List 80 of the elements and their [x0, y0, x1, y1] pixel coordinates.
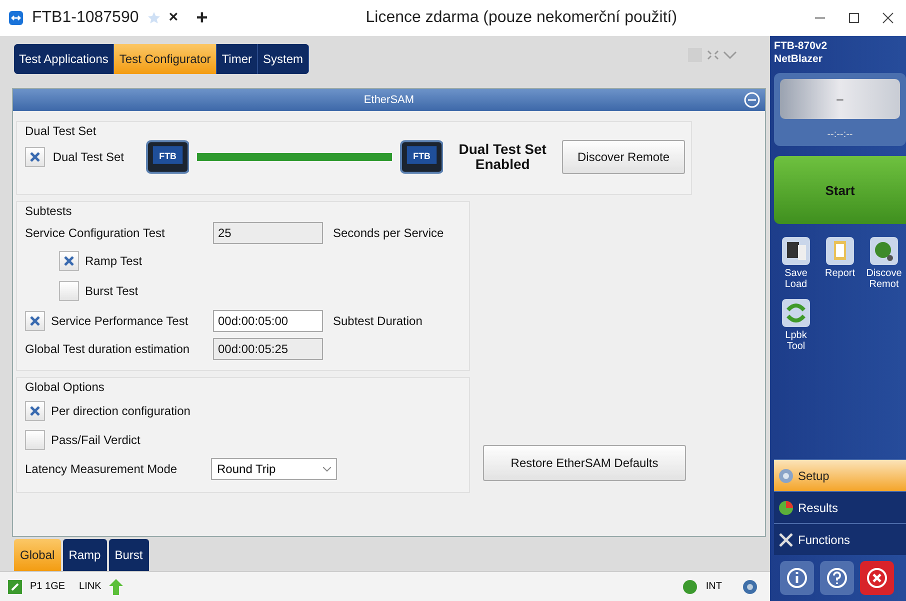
x-mark-icon: [29, 315, 41, 327]
up-arrow-icon: [109, 578, 124, 594]
checkbox[interactable]: [25, 311, 45, 331]
tools-icon: [778, 532, 794, 548]
close-tab-button[interactable]: ×: [168, 9, 178, 27]
checkbox-label: Per direction configuration: [51, 404, 190, 418]
collapse-icon[interactable]: [743, 91, 761, 109]
dropdown-value: Round Trip: [217, 462, 276, 476]
close-icon: [866, 567, 888, 589]
checkbox-label: Dual Test Set: [52, 150, 124, 164]
loop-arrows-icon: [781, 298, 811, 328]
help-icon: [826, 567, 848, 589]
link-label: LINK: [79, 581, 102, 592]
checkbox[interactable]: [25, 400, 45, 420]
x-mark-icon: [63, 255, 75, 267]
nav-item[interactable]: Functions: [774, 523, 906, 555]
close-icon[interactable]: [882, 12, 894, 24]
app-tab[interactable]: Test Applications: [14, 44, 114, 74]
clipboard-icon: [825, 236, 855, 266]
info-button[interactable]: [780, 561, 814, 595]
discover-remote-button[interactable]: Discover Remote: [562, 140, 685, 174]
nav-item[interactable]: Results: [774, 491, 906, 523]
device-icon: FTB: [400, 140, 444, 174]
remote-app-icon: [8, 10, 24, 26]
checkbox-label: Service Performance Test: [51, 314, 190, 328]
checkbox[interactable]: [25, 147, 45, 167]
info-icon: [786, 567, 808, 589]
value-field[interactable]: 00d:00:05:00: [213, 310, 323, 332]
field-label: Service Configuration Test: [25, 226, 166, 240]
group-heading: Dual Test Set: [25, 124, 98, 138]
config-tab[interactable]: Global: [14, 539, 61, 571]
device-title: FTB-870v2 NetBlazer: [774, 40, 828, 66]
session-tab-title[interactable]: FTB1-1087590: [32, 9, 139, 27]
config-tab[interactable]: Ramp: [62, 539, 107, 571]
license-notice-text: Licence zdarma (pouze nekomerční použití): [366, 9, 678, 27]
star-icon[interactable]: [146, 11, 161, 25]
pie-chart-icon: [778, 500, 794, 516]
app-tab[interactable]: Test Configurator: [114, 44, 217, 74]
checkbox-label: Pass/Fail Verdict: [51, 432, 140, 446]
unit-label: Subtest Duration: [333, 314, 422, 328]
checkbox[interactable]: [25, 430, 45, 450]
field-label: Latency Measurement Mode: [25, 462, 178, 476]
checkbox[interactable]: [59, 281, 79, 301]
unit-label: Seconds per Service: [333, 226, 444, 240]
value-field[interactable]: 00d:00:05:25: [213, 338, 323, 360]
chevron-down-icon: [323, 466, 331, 472]
field-label: Global Test duration estimation: [25, 342, 191, 356]
maximize-icon[interactable]: [848, 12, 860, 24]
start-button[interactable]: Start: [774, 156, 906, 224]
tool-button[interactable]: Report: [818, 236, 862, 290]
config-tab[interactable]: Burst: [108, 539, 149, 571]
tool-button[interactable]: Save Load: [774, 236, 818, 290]
value-field[interactable]: 25: [213, 222, 323, 244]
clock-source-icon: [682, 578, 698, 594]
exit-button[interactable]: [860, 561, 894, 595]
clock-label: INT: [706, 581, 722, 592]
x-mark-icon: [29, 404, 41, 416]
latency-mode-dropdown[interactable]: Round Trip: [211, 458, 337, 480]
nav-item[interactable]: Setup: [774, 459, 906, 491]
group-heading: Subtests: [25, 204, 73, 218]
tool-button[interactable]: Lpbk Tool: [774, 298, 818, 352]
dual-test-status: Dual Test Set Enabled: [458, 142, 548, 172]
new-tab-button[interactable]: +: [196, 6, 208, 30]
x-mark-icon: [28, 151, 41, 163]
port-status-icon: [8, 580, 22, 594]
checkbox[interactable]: [59, 251, 79, 271]
checkbox-label: Ramp Test: [85, 254, 142, 268]
tool-button[interactable]: Discove Remot: [862, 236, 906, 290]
network-icon: [742, 578, 758, 594]
restore-defaults-button[interactable]: Restore EtherSAM Defaults: [483, 445, 686, 481]
group-heading: Global Options: [25, 380, 106, 394]
panel-title: EtherSAM: [364, 94, 414, 106]
help-button[interactable]: [820, 561, 854, 595]
device-icon: FTB: [146, 140, 190, 174]
port-label: P1 1GE: [30, 581, 66, 592]
globe-icon: [869, 236, 899, 266]
test-status-screen: –: [780, 79, 900, 120]
test-timer: --:--:--: [827, 129, 853, 140]
checkbox-label: Burst Test: [85, 284, 138, 298]
gear-icon: [778, 468, 794, 484]
